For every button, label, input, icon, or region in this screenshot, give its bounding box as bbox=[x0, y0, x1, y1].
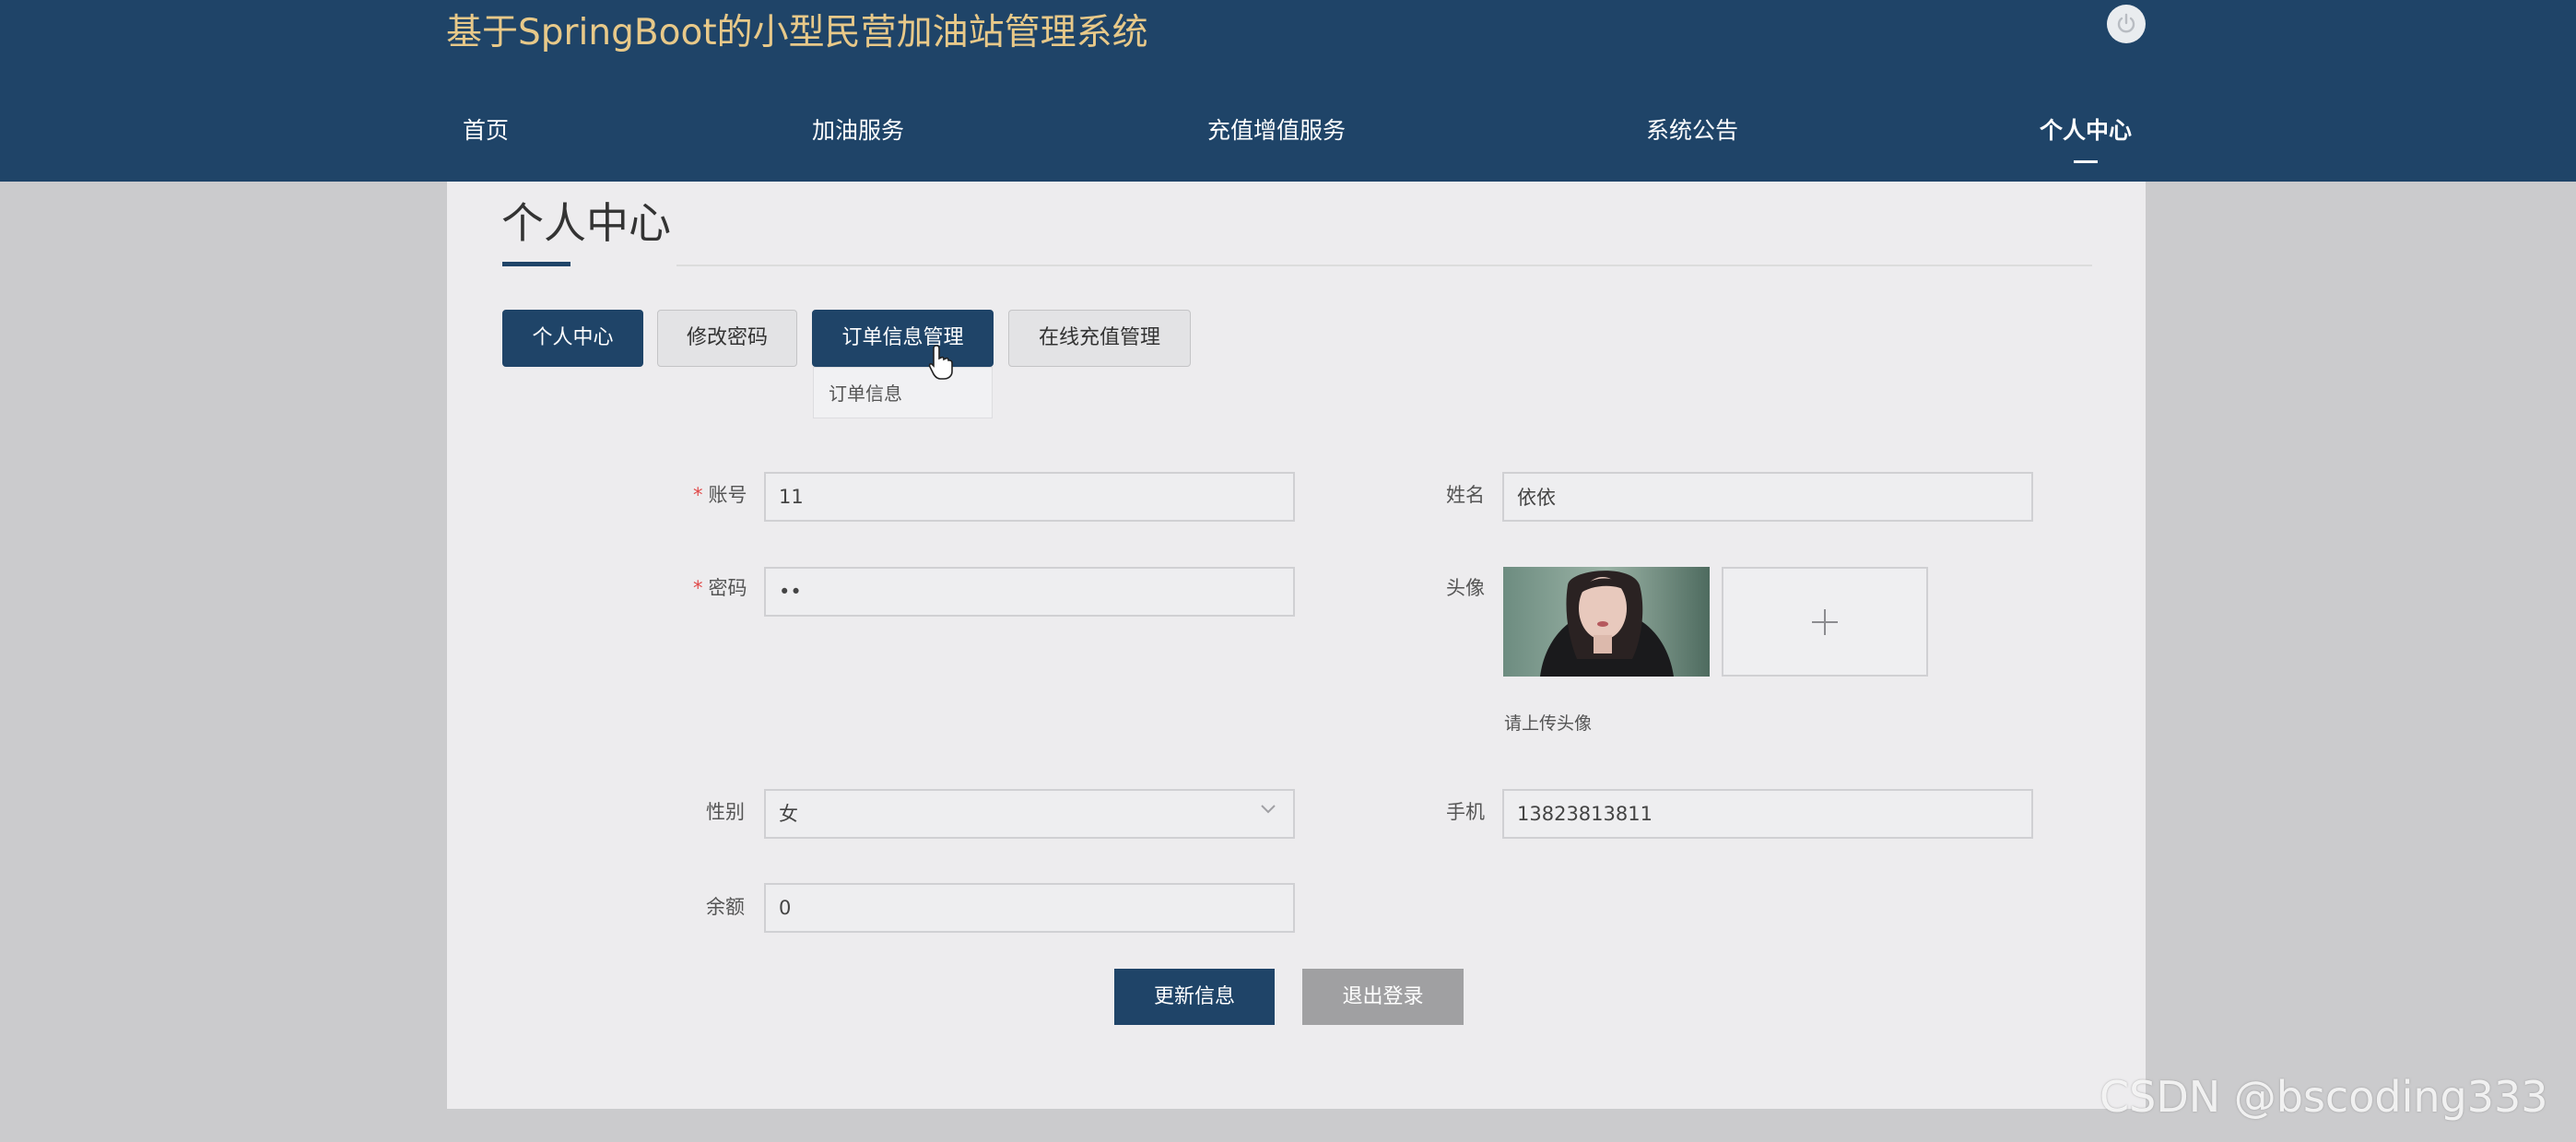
page-title: 个人中心 bbox=[501, 198, 671, 248]
order-dropdown-menu: 订单信息 bbox=[813, 367, 993, 418]
name-input[interactable] bbox=[1502, 472, 2033, 522]
plus-icon bbox=[1812, 608, 1838, 635]
update-info-button[interactable]: 更新信息 bbox=[1114, 969, 1275, 1025]
site-title: 基于SpringBoot的小型民营加油站管理系统 bbox=[446, 12, 1148, 53]
avatar-image bbox=[1503, 567, 1710, 677]
top-header bbox=[0, 0, 2576, 182]
logout-button[interactable]: 退出登录 bbox=[1302, 969, 1464, 1025]
gender-select[interactable]: 女 bbox=[764, 789, 1295, 839]
title-accent-bar bbox=[502, 262, 570, 266]
nav-item-recharge-service[interactable]: 充值增值服务 bbox=[1207, 116, 1346, 146]
power-icon bbox=[2117, 13, 2135, 33]
balance-input[interactable]: 0 bbox=[764, 883, 1295, 933]
name-label: 姓名 bbox=[1446, 484, 1485, 506]
account-label: * 账号 bbox=[693, 484, 747, 506]
tab-change-password[interactable]: 修改密码 bbox=[657, 310, 797, 367]
tab-personal-center[interactable]: 个人中心 bbox=[502, 310, 643, 367]
power-button[interactable] bbox=[2107, 5, 2146, 43]
nav-item-home[interactable]: 首页 bbox=[463, 116, 509, 146]
title-divider bbox=[676, 265, 2092, 266]
avatar-portrait bbox=[1503, 567, 1710, 677]
chevron-down-icon bbox=[1261, 805, 1276, 814]
password-label: * 密码 bbox=[693, 577, 747, 599]
phone-label: 手机 bbox=[1446, 801, 1485, 823]
gender-label: 性别 bbox=[706, 801, 745, 823]
tab-order-management[interactable]: 订单信息管理 bbox=[812, 310, 994, 367]
nav-active-indicator bbox=[2074, 160, 2098, 163]
password-input[interactable]: •• bbox=[764, 567, 1295, 617]
tab-online-recharge[interactable]: 在线充值管理 bbox=[1008, 310, 1191, 367]
hand-cursor-icon bbox=[928, 345, 953, 380]
avatar-upload-hint: 请上传头像 bbox=[1504, 713, 1593, 734]
nav-item-announcements[interactable]: 系统公告 bbox=[1646, 116, 1738, 146]
balance-label: 余额 bbox=[706, 896, 745, 918]
account-input[interactable] bbox=[764, 472, 1295, 522]
avatar-label: 头像 bbox=[1446, 577, 1485, 599]
csdn-watermark: CSDN @bscoding333 bbox=[2100, 1072, 2548, 1122]
nav-item-fuel-service[interactable]: 加油服务 bbox=[812, 116, 904, 146]
dropdown-item-order-info[interactable]: 订单信息 bbox=[829, 379, 902, 406]
phone-input[interactable] bbox=[1502, 789, 2033, 839]
nav-item-personal-center[interactable]: 个人中心 bbox=[2040, 116, 2132, 146]
avatar-upload-button[interactable] bbox=[1722, 567, 1928, 677]
